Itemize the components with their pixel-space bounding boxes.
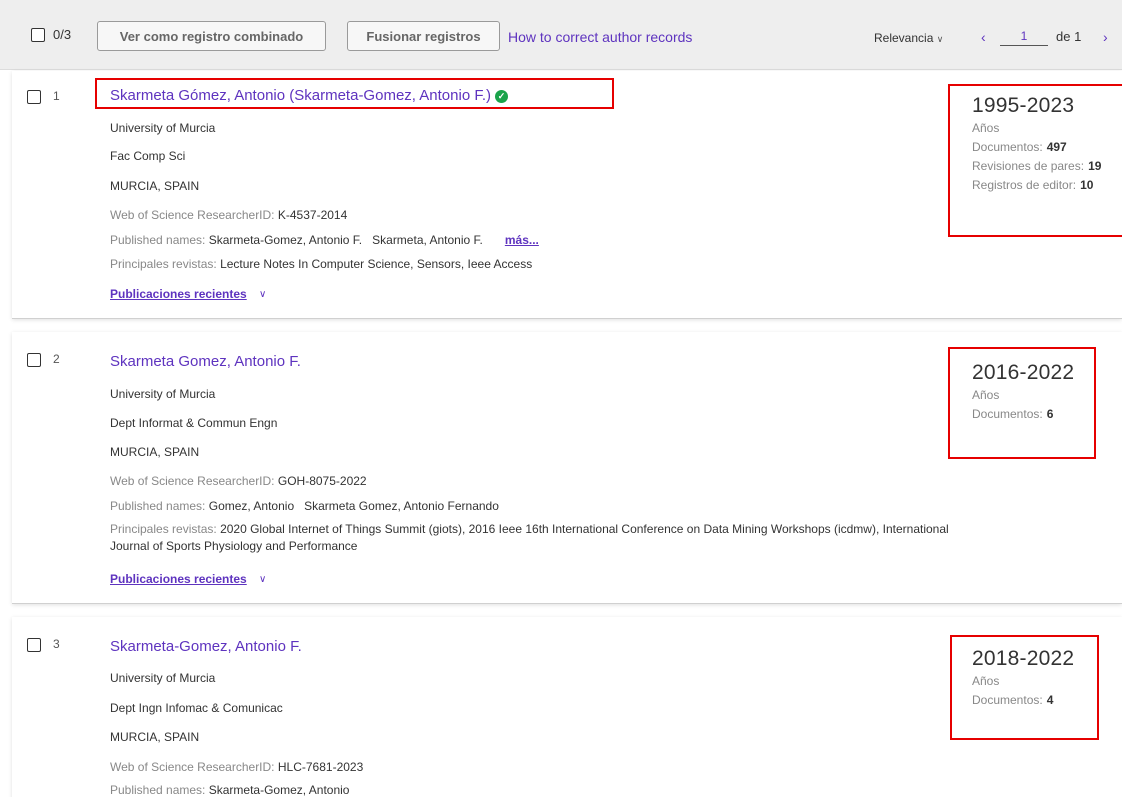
result-card: 3 Skarmeta-Gomez, Antonio F. University …	[12, 617, 1122, 797]
documents-count: 4	[1046, 693, 1054, 707]
sort-dropdown[interactable]: Relevancia ∨	[874, 31, 943, 45]
researcher-id: K-4537-2014	[277, 208, 348, 222]
researcher-id-line: Web of Science ResearcherID: HLC-7681-20…	[110, 760, 364, 774]
department: Fac Comp Sci	[110, 149, 186, 163]
years-label: Años	[972, 121, 1000, 135]
journals-line: Principales revistas: Lecture Notes In C…	[110, 257, 533, 271]
years-range: 2018-2022	[972, 647, 1075, 670]
select-row-checkbox[interactable]	[27, 638, 41, 652]
recent-publications-link[interactable]: Publicaciones recientes	[110, 287, 247, 301]
chevron-right-icon[interactable]: ›	[1103, 29, 1108, 45]
documents-stat: Documentos: 6	[972, 407, 1054, 421]
highlight-box	[95, 78, 614, 109]
location: MURCIA, SPAIN	[110, 179, 200, 193]
help-link[interactable]: How to correct author records	[508, 29, 692, 45]
location: MURCIA, SPAIN	[110, 730, 200, 744]
result-index: 2	[53, 352, 60, 366]
page-input[interactable]: 1	[1000, 29, 1048, 46]
editor-records-stat: Registros de editor: 10	[972, 178, 1094, 192]
chevron-left-icon[interactable]: ‹	[981, 29, 986, 45]
department: Dept Informat & Commun Engn	[110, 416, 278, 430]
recent-publications-link[interactable]: Publicaciones recientes	[110, 572, 247, 586]
result-card: 1 Skarmeta Gómez, Antonio (Skarmeta-Gome…	[12, 71, 1122, 319]
select-all-checkbox[interactable]	[31, 28, 45, 42]
location: MURCIA, SPAIN	[110, 445, 200, 459]
select-row-checkbox[interactable]	[27, 353, 41, 367]
author-name-link[interactable]: Skarmeta-Gomez, Antonio F.	[110, 638, 302, 655]
years-label: Años	[972, 674, 1000, 688]
results-toolbar: 0/3 Ver como registro combinado Fusionar…	[0, 0, 1122, 70]
select-row-checkbox[interactable]	[27, 90, 41, 104]
published-names: Skarmeta-Gomez, Antonio	[208, 783, 350, 797]
author-metrics: 1995-2023 Años Documentos: 497 Revisiones…	[972, 94, 1101, 192]
page-total: de 1	[1056, 29, 1082, 44]
result-card: 2 Skarmeta Gomez, Antonio F. University …	[12, 332, 1122, 604]
documents-stat: Documentos: 4	[972, 693, 1054, 707]
years-label: Años	[972, 388, 1000, 402]
organization: University of Murcia	[110, 121, 216, 135]
published-names: Skarmeta-Gomez, Antonio F. Skarmeta, Ant…	[208, 233, 483, 247]
journals: 2020 Global Internet of Things Summit (g…	[110, 522, 949, 553]
combined-view-button[interactable]: Ver como registro combinado	[97, 21, 326, 51]
journals-line: Principales revistas: 2020 Global Intern…	[110, 522, 949, 553]
author-metrics: 2016-2022 Años Documentos: 6	[972, 361, 1074, 421]
researcher-id-line: Web of Science ResearcherID: GOH-8075-20…	[110, 474, 367, 488]
merge-records-button[interactable]: Fusionar registros	[347, 21, 500, 51]
organization: University of Murcia	[110, 387, 216, 401]
sort-label: Relevancia	[874, 31, 934, 45]
researcher-id: HLC-7681-2023	[277, 760, 364, 774]
peer-reviews-stat: Revisiones de pares: 19	[972, 159, 1102, 173]
selected-count: 0/3	[53, 27, 72, 42]
researcher-id: GOH-8075-2022	[277, 474, 367, 488]
organization: University of Murcia	[110, 671, 216, 685]
documents-count: 497	[1046, 140, 1067, 154]
chevron-down-icon[interactable]: ∨	[259, 574, 266, 585]
documents-stat: Documentos: 497	[972, 140, 1067, 154]
more-names-link[interactable]: más...	[505, 233, 539, 247]
researcher-id-line: Web of Science ResearcherID: K-4537-2014	[110, 208, 348, 222]
documents-count: 6	[1046, 407, 1054, 421]
published-names-line: Published names: Gomez, Antonio Skarmeta…	[110, 499, 499, 513]
editor-records-count: 10	[1080, 178, 1094, 192]
years-range: 2016-2022	[972, 361, 1075, 384]
published-names-line: Published names: Skarmeta-Gomez, Antonio…	[110, 233, 539, 247]
years-range: 1995-2023	[972, 94, 1075, 117]
result-index: 1	[53, 89, 60, 103]
author-name-link[interactable]: Skarmeta Gomez, Antonio F.	[110, 353, 301, 370]
department: Dept Ingn Infomac & Comunicac	[110, 701, 283, 715]
chevron-down-icon: ∨	[936, 34, 944, 44]
author-metrics: 2018-2022 Años Documentos: 4	[972, 647, 1074, 707]
result-index: 3	[53, 637, 60, 651]
peer-reviews-count: 19	[1088, 159, 1102, 173]
published-names: Gomez, Antonio Skarmeta Gomez, Antonio F…	[208, 499, 499, 513]
journals: Lecture Notes In Computer Science, Senso…	[220, 257, 533, 271]
published-names-line: Published names: Skarmeta-Gomez, Antonio	[110, 783, 350, 797]
chevron-down-icon[interactable]: ∨	[259, 289, 266, 300]
